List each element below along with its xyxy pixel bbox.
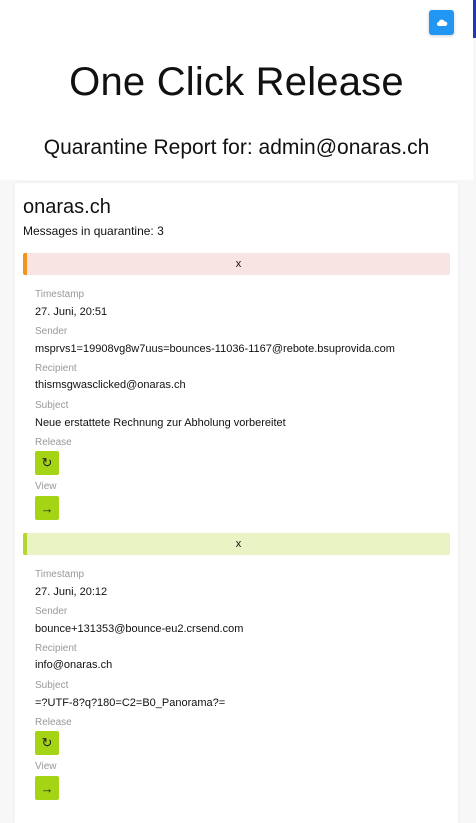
cloud-icon — [436, 19, 447, 26]
timestamp-label: Timestamp — [35, 569, 85, 580]
cloud-button[interactable] — [429, 10, 454, 35]
subject-label: Subject — [35, 400, 69, 411]
subject-value: Neue erstattete Rechnung zur Abholung vo… — [35, 417, 286, 429]
release-button[interactable]: ↻ — [35, 451, 59, 475]
sender-label: Sender — [35, 326, 68, 337]
timestamp-label: Timestamp — [35, 289, 85, 300]
sender-value: msprvs1=19908vg8w7uus=bounces-11036-1167… — [35, 343, 395, 355]
recipient-value: thismsgwasclicked@onaras.ch — [35, 379, 186, 391]
message-toggle-bar[interactable]: x — [23, 253, 450, 275]
refresh-icon: ↻ — [41, 735, 53, 750]
release-label: Release — [35, 437, 72, 448]
message-toggle-bar[interactable]: x — [23, 533, 450, 555]
timestamp-value: 27. Juni, 20:51 — [35, 306, 108, 318]
view-label: View — [35, 761, 57, 772]
sender-value: bounce+131353@bounce-eu2.crsend.com — [35, 623, 244, 635]
release-button[interactable]: ↻ — [35, 731, 59, 755]
subject-label: Subject — [35, 680, 69, 691]
recipient-label: Recipient — [35, 643, 77, 654]
page-header: One Click Release Quarantine Report for:… — [0, 0, 473, 180]
recipient-label: Recipient — [35, 363, 77, 374]
arrow-right-icon: → — [40, 780, 54, 796]
timestamp-value: 27. Juni, 20:12 — [35, 586, 108, 598]
view-button[interactable]: → — [35, 776, 59, 800]
domain-name: onaras.ch — [23, 196, 111, 218]
page-title: One Click Release — [69, 60, 404, 104]
report-subtitle: Quarantine Report for: admin@onaras.ch — [43, 136, 430, 159]
recipient-value: info@onaras.ch — [35, 659, 113, 671]
subject-value: =?UTF-8?q?180=C2=B0_Panorama?= — [35, 697, 226, 709]
view-button[interactable]: → — [35, 496, 59, 520]
view-label: View — [35, 481, 57, 492]
refresh-icon: ↻ — [41, 455, 53, 470]
quarantine-count: Messages in quarantine: 3 — [23, 224, 164, 238]
release-label: Release — [35, 717, 72, 728]
domain-card: onaras.ch Messages in quarantine: 3 x Ti… — [15, 183, 458, 823]
sender-label: Sender — [35, 606, 68, 617]
arrow-right-icon: → — [40, 500, 54, 516]
